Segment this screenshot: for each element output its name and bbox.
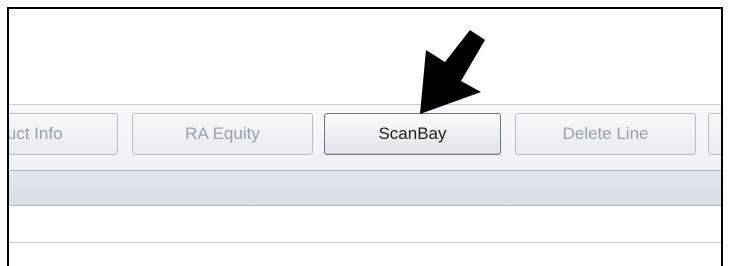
callout-arrow-icon [420, 30, 485, 114]
callout-arrow-shape [420, 30, 485, 114]
